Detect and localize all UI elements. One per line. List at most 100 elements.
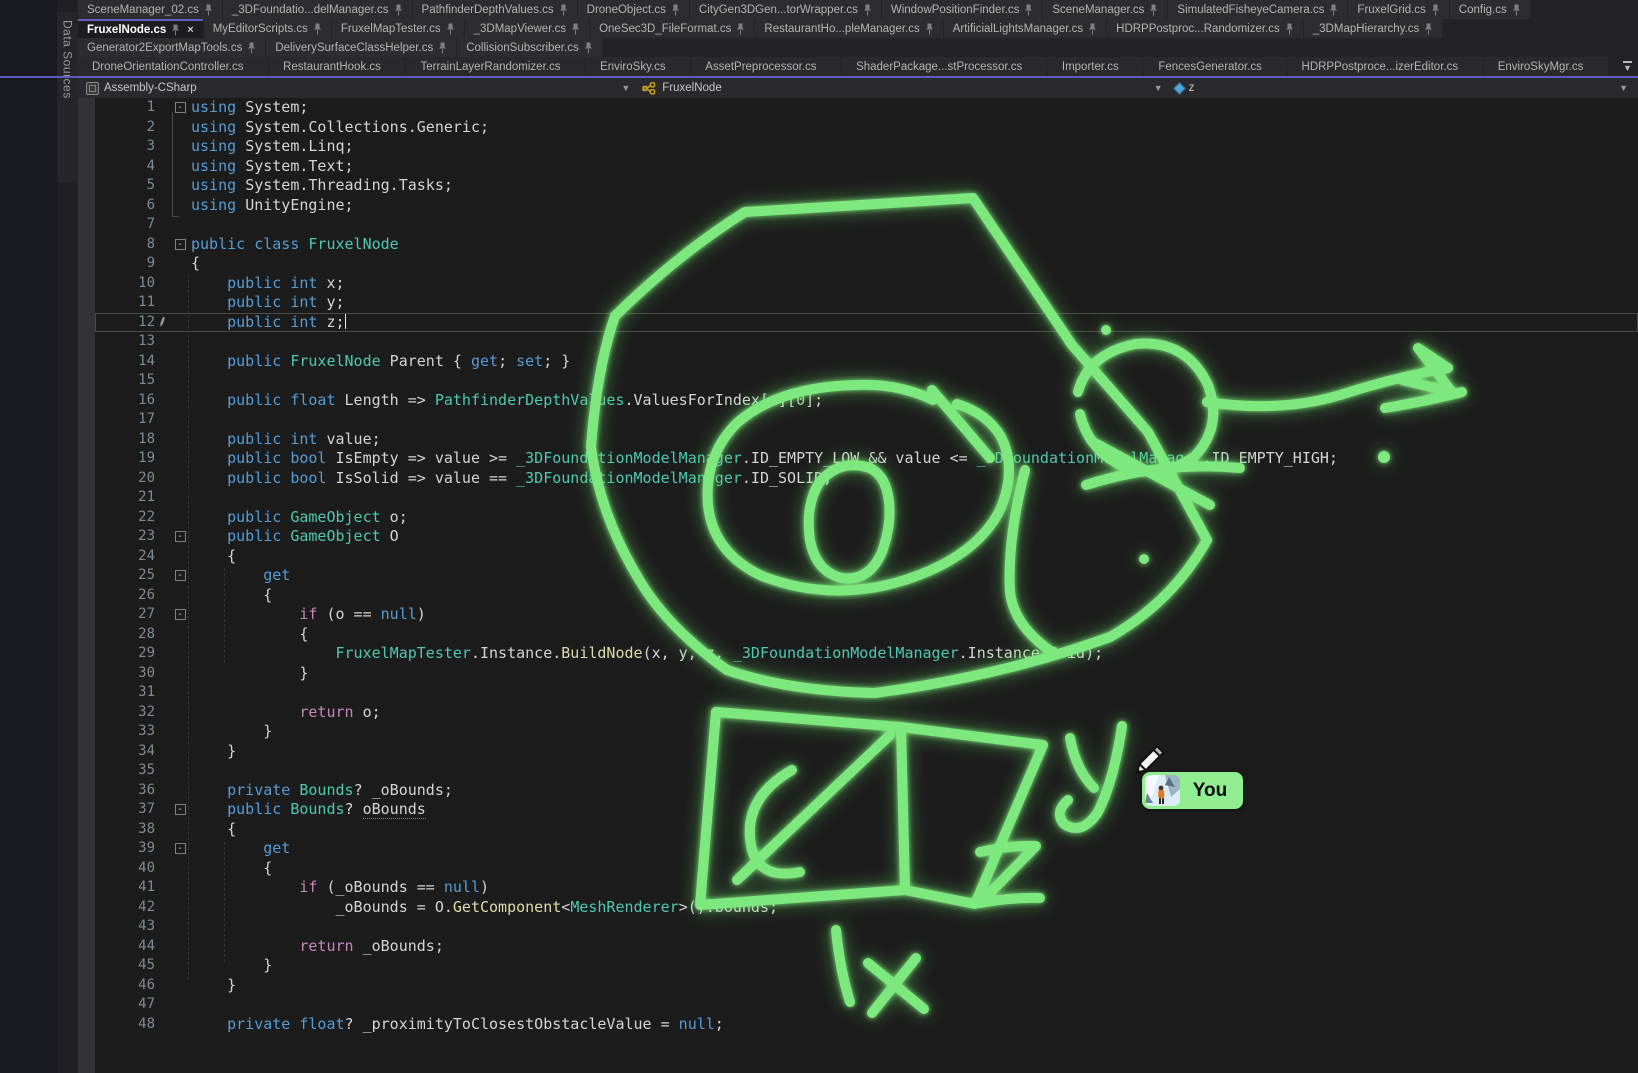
line-number[interactable]: 11 bbox=[95, 293, 155, 313]
code-line[interactable]: 24 { bbox=[95, 547, 1638, 567]
line-number[interactable]: 2 bbox=[95, 118, 155, 138]
document-tab[interactable]: CollisionSubscriber.cs bbox=[457, 38, 602, 57]
code-line[interactable]: 18 public int value; bbox=[95, 430, 1638, 450]
document-tab[interactable]: PathfinderDepthValues.cs bbox=[413, 0, 577, 19]
pin-icon[interactable] bbox=[925, 23, 934, 35]
code-line[interactable]: 2using System.Collections.Generic; bbox=[95, 118, 1638, 138]
code-line[interactable]: 46 } bbox=[95, 976, 1638, 996]
line-number[interactable]: 29 bbox=[95, 644, 155, 664]
pin-icon[interactable] bbox=[863, 4, 872, 16]
code-line[interactable]: 19 public bool IsEmpty => value >= _3DFo… bbox=[95, 449, 1638, 469]
code-line[interactable]: 31 bbox=[95, 683, 1638, 703]
document-tab[interactable]: SceneManager_02.cs bbox=[78, 0, 222, 19]
document-tab[interactable]: RestaurantHook.cs bbox=[269, 57, 405, 76]
tab-overflow-button[interactable]: ▼ bbox=[1609, 57, 1637, 76]
document-tab[interactable]: SceneManager.cs bbox=[1043, 0, 1167, 19]
document-tab[interactable]: TerrainLayerRandomizer.cs bbox=[406, 57, 585, 76]
pin-icon[interactable] bbox=[584, 42, 593, 54]
line-number[interactable]: 19 bbox=[95, 449, 155, 469]
code-line[interactable]: 13 bbox=[95, 332, 1638, 352]
code-line[interactable]: 33 } bbox=[95, 722, 1638, 742]
document-tab[interactable]: HDRPPostproce...izerEditor.cs bbox=[1288, 57, 1483, 76]
collapse-region-icon[interactable]: - bbox=[175, 609, 186, 620]
line-number[interactable]: 20 bbox=[95, 469, 155, 489]
project-dropdown[interactable]: Assembly-CSharp bbox=[78, 78, 205, 98]
document-tab[interactable]: EnviroSky.cs bbox=[586, 57, 690, 76]
code-line[interactable]: 40 { bbox=[95, 859, 1638, 879]
document-tab[interactable]: CityGen3DGen...torWrapper.cs bbox=[690, 0, 881, 19]
line-number[interactable]: 17 bbox=[95, 410, 155, 430]
code-line[interactable]: 8-public class FruxelNode bbox=[95, 235, 1638, 255]
line-number[interactable]: 24 bbox=[95, 547, 155, 567]
pin-icon[interactable] bbox=[1024, 4, 1033, 16]
close-icon[interactable]: × bbox=[187, 24, 193, 36]
line-number[interactable]: 30 bbox=[95, 664, 155, 684]
pin-icon[interactable] bbox=[736, 23, 745, 35]
line-number[interactable]: 21 bbox=[95, 488, 155, 508]
pin-icon[interactable] bbox=[1512, 4, 1521, 16]
code-editor[interactable]: 1-using System;2using System.Collections… bbox=[95, 98, 1638, 1073]
document-tab[interactable]: FencesGenerator.cs bbox=[1144, 57, 1286, 76]
code-line[interactable]: 48 private float? _proximityToClosestObs… bbox=[95, 1015, 1638, 1035]
collapse-region-icon[interactable]: - bbox=[175, 570, 186, 581]
line-number[interactable]: 46 bbox=[95, 976, 155, 996]
pin-icon[interactable] bbox=[1285, 23, 1294, 35]
document-tab[interactable]: EnviroSkyMgr.cs bbox=[1484, 57, 1608, 76]
code-line[interactable]: 47 bbox=[95, 995, 1638, 1015]
document-tab[interactable]: Importer.cs bbox=[1048, 57, 1143, 76]
line-number[interactable]: 12 bbox=[95, 313, 155, 333]
pin-icon[interactable] bbox=[204, 4, 213, 16]
data-sources-vertical-tab[interactable]: Data Sources bbox=[57, 12, 78, 182]
document-tab[interactable]: AssetPreprocessor.cs bbox=[691, 57, 841, 76]
document-tab[interactable]: _3DFoundatio...delManager.cs bbox=[223, 0, 412, 19]
code-line[interactable]: 20 public bool IsSolid => value == _3DFo… bbox=[95, 469, 1638, 489]
document-tab[interactable]: DeliverySurfaceClassHelper.cs bbox=[266, 38, 456, 57]
code-line[interactable]: 10 public int x; bbox=[95, 274, 1638, 294]
line-number[interactable]: 26 bbox=[95, 586, 155, 606]
pin-icon[interactable] bbox=[171, 24, 180, 36]
line-number[interactable]: 14 bbox=[95, 352, 155, 372]
code-line[interactable]: 42 _oBounds = O.GetComponent<MeshRendere… bbox=[95, 898, 1638, 918]
document-tab[interactable]: FruxelMapTester.cs bbox=[332, 19, 464, 38]
line-number[interactable]: 35 bbox=[95, 761, 155, 781]
document-tab[interactable]: MyEditorScripts.cs bbox=[204, 19, 331, 38]
document-tab[interactable]: OneSec3D_FileFormat.cs bbox=[590, 19, 754, 38]
code-line[interactable]: 17 bbox=[95, 410, 1638, 430]
document-tab[interactable]: Config.cs bbox=[1450, 0, 1530, 19]
pin-icon[interactable] bbox=[559, 4, 568, 16]
pin-icon[interactable] bbox=[438, 42, 447, 54]
chevron-down-icon[interactable]: ▼ bbox=[1615, 83, 1632, 93]
code-line[interactable]: 27- if (o == null) bbox=[95, 605, 1638, 625]
pin-icon[interactable] bbox=[394, 4, 403, 16]
line-number[interactable]: 27 bbox=[95, 605, 155, 625]
line-number[interactable]: 31 bbox=[95, 683, 155, 703]
document-tab[interactable]: RestaurantHo...pleManager.cs bbox=[755, 19, 942, 38]
line-number[interactable]: 39 bbox=[95, 839, 155, 859]
code-line[interactable]: 38 { bbox=[95, 820, 1638, 840]
line-number[interactable]: 42 bbox=[95, 898, 155, 918]
line-number[interactable]: 3 bbox=[95, 137, 155, 157]
type-dropdown[interactable]: FruxelNode bbox=[634, 78, 729, 98]
line-number[interactable]: 37 bbox=[95, 800, 155, 820]
line-number[interactable]: 16 bbox=[95, 391, 155, 411]
line-number[interactable]: 22 bbox=[95, 508, 155, 528]
line-number[interactable]: 36 bbox=[95, 781, 155, 801]
document-tab[interactable]: _3DMapViewer.cs bbox=[465, 19, 589, 38]
document-tab[interactable]: WindowPositionFinder.cs bbox=[882, 0, 1042, 19]
code-line[interactable]: 3using System.Linq; bbox=[95, 137, 1638, 157]
pin-icon[interactable] bbox=[1329, 4, 1338, 16]
member-dropdown[interactable]: z bbox=[1167, 78, 1203, 98]
code-line[interactable]: 11 public int y; bbox=[95, 293, 1638, 313]
line-number[interactable]: 13 bbox=[95, 332, 155, 352]
code-line[interactable]: 37- public Bounds? oBounds bbox=[95, 800, 1638, 820]
code-line[interactable]: 39- get bbox=[95, 839, 1638, 859]
line-number[interactable]: 38 bbox=[95, 820, 155, 840]
chevron-down-icon[interactable]: ▼ bbox=[1150, 83, 1167, 93]
code-line[interactable]: 22 public GameObject o; bbox=[95, 508, 1638, 528]
code-line[interactable]: 28 { bbox=[95, 625, 1638, 645]
line-number[interactable]: 5 bbox=[95, 176, 155, 196]
code-line[interactable]: 12 public int z; bbox=[95, 313, 1638, 333]
code-line[interactable]: 45 } bbox=[95, 956, 1638, 976]
line-number[interactable]: 34 bbox=[95, 742, 155, 762]
code-line[interactable]: 23- public GameObject O bbox=[95, 527, 1638, 547]
